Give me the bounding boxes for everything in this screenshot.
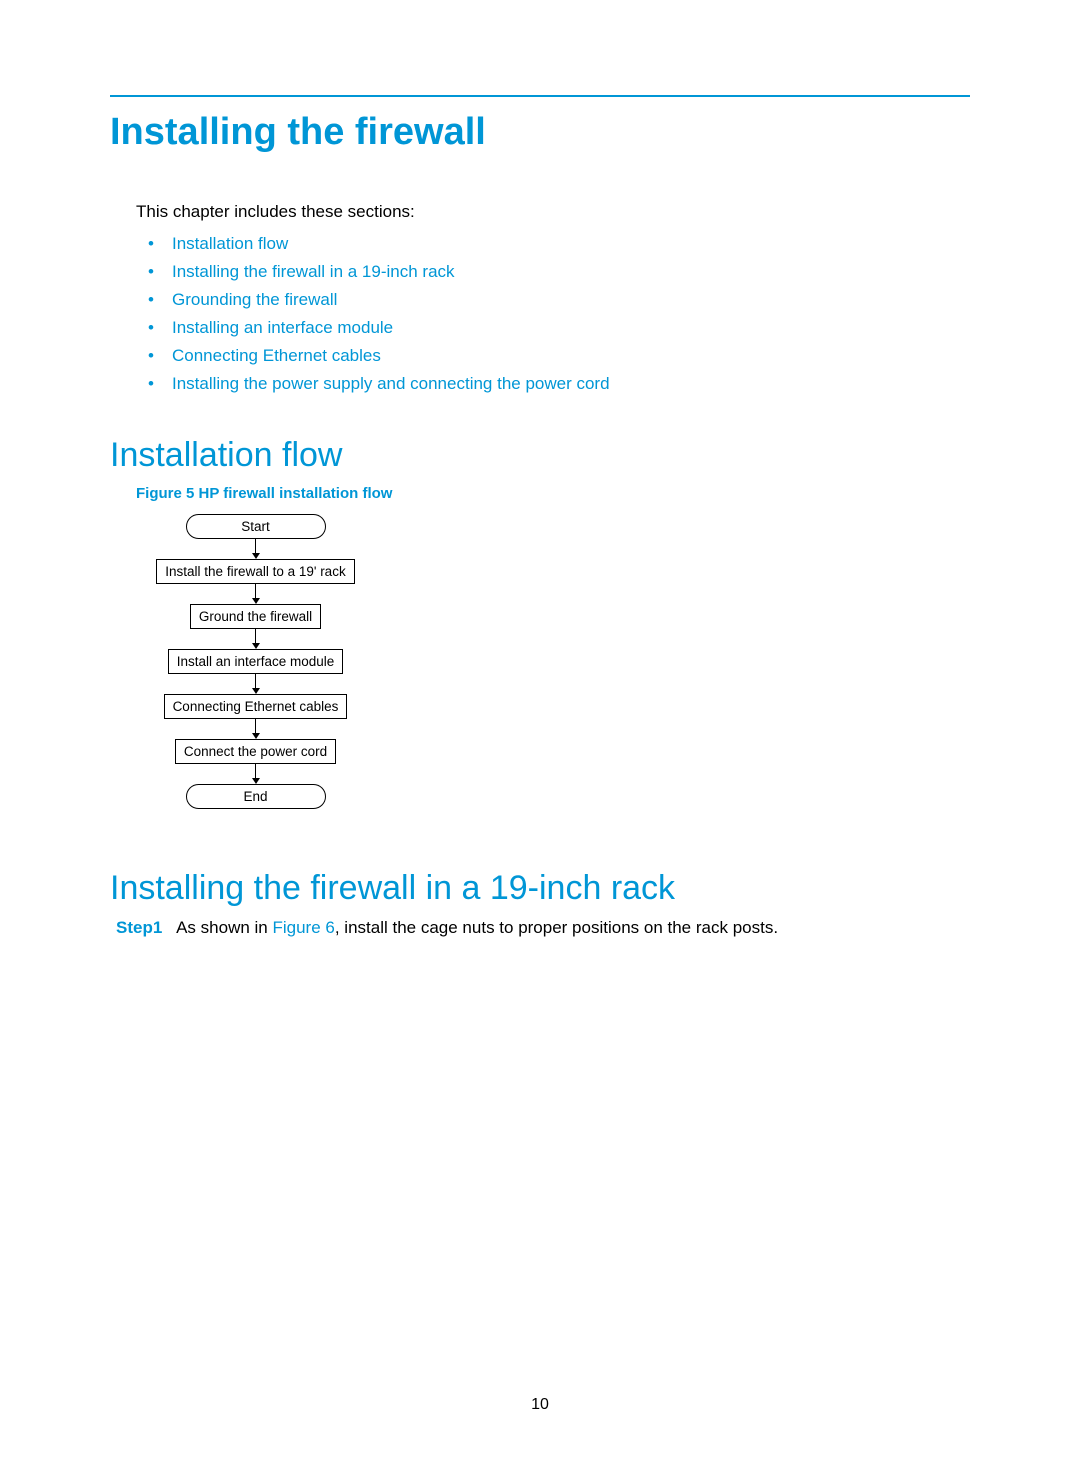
- page-title: Installing the firewall: [110, 111, 970, 154]
- flow-step: Install an interface module: [168, 649, 344, 674]
- flow-step: Install the firewall to a 19' rack: [156, 559, 354, 584]
- heading-installation-flow: Installation flow: [110, 436, 970, 475]
- step-text-post: , install the cage nuts to proper positi…: [335, 918, 778, 937]
- section-link[interactable]: Installing the power supply and connecti…: [172, 370, 970, 398]
- top-rule: [110, 95, 970, 97]
- flow-arrow-icon: [252, 719, 260, 739]
- section-link[interactable]: Installing the firewall in a 19-inch rac…: [172, 258, 970, 286]
- flow-end: End: [186, 784, 326, 809]
- flow-arrow-icon: [252, 584, 260, 604]
- flow-arrow-icon: [252, 629, 260, 649]
- section-link[interactable]: Installing an interface module: [172, 314, 970, 342]
- flowchart: Start Install the firewall to a 19' rack…: [148, 514, 363, 809]
- section-link[interactable]: Installation flow: [172, 230, 970, 258]
- section-list: Installation flow Installing the firewal…: [172, 230, 970, 398]
- step-1: Step1 As shown in Figure 6, install the …: [116, 918, 970, 938]
- flow-step: Ground the firewall: [190, 604, 321, 629]
- intro-text: This chapter includes these sections:: [136, 202, 970, 222]
- step-label: Step1: [116, 918, 162, 937]
- flow-arrow-icon: [252, 764, 260, 784]
- section-link[interactable]: Grounding the firewall: [172, 286, 970, 314]
- figure-caption: Figure 5 HP firewall installation flow: [136, 485, 970, 502]
- flow-arrow-icon: [252, 539, 260, 559]
- page-number: 10: [0, 1396, 1080, 1414]
- step-text-pre: As shown in: [176, 918, 272, 937]
- heading-rack-install: Installing the firewall in a 19-inch rac…: [110, 869, 970, 908]
- flow-arrow-icon: [252, 674, 260, 694]
- flow-start: Start: [186, 514, 326, 539]
- flow-step: Connect the power cord: [175, 739, 336, 764]
- figure-link[interactable]: Figure 6: [272, 918, 334, 937]
- section-link[interactable]: Connecting Ethernet cables: [172, 342, 970, 370]
- flow-step: Connecting Ethernet cables: [164, 694, 348, 719]
